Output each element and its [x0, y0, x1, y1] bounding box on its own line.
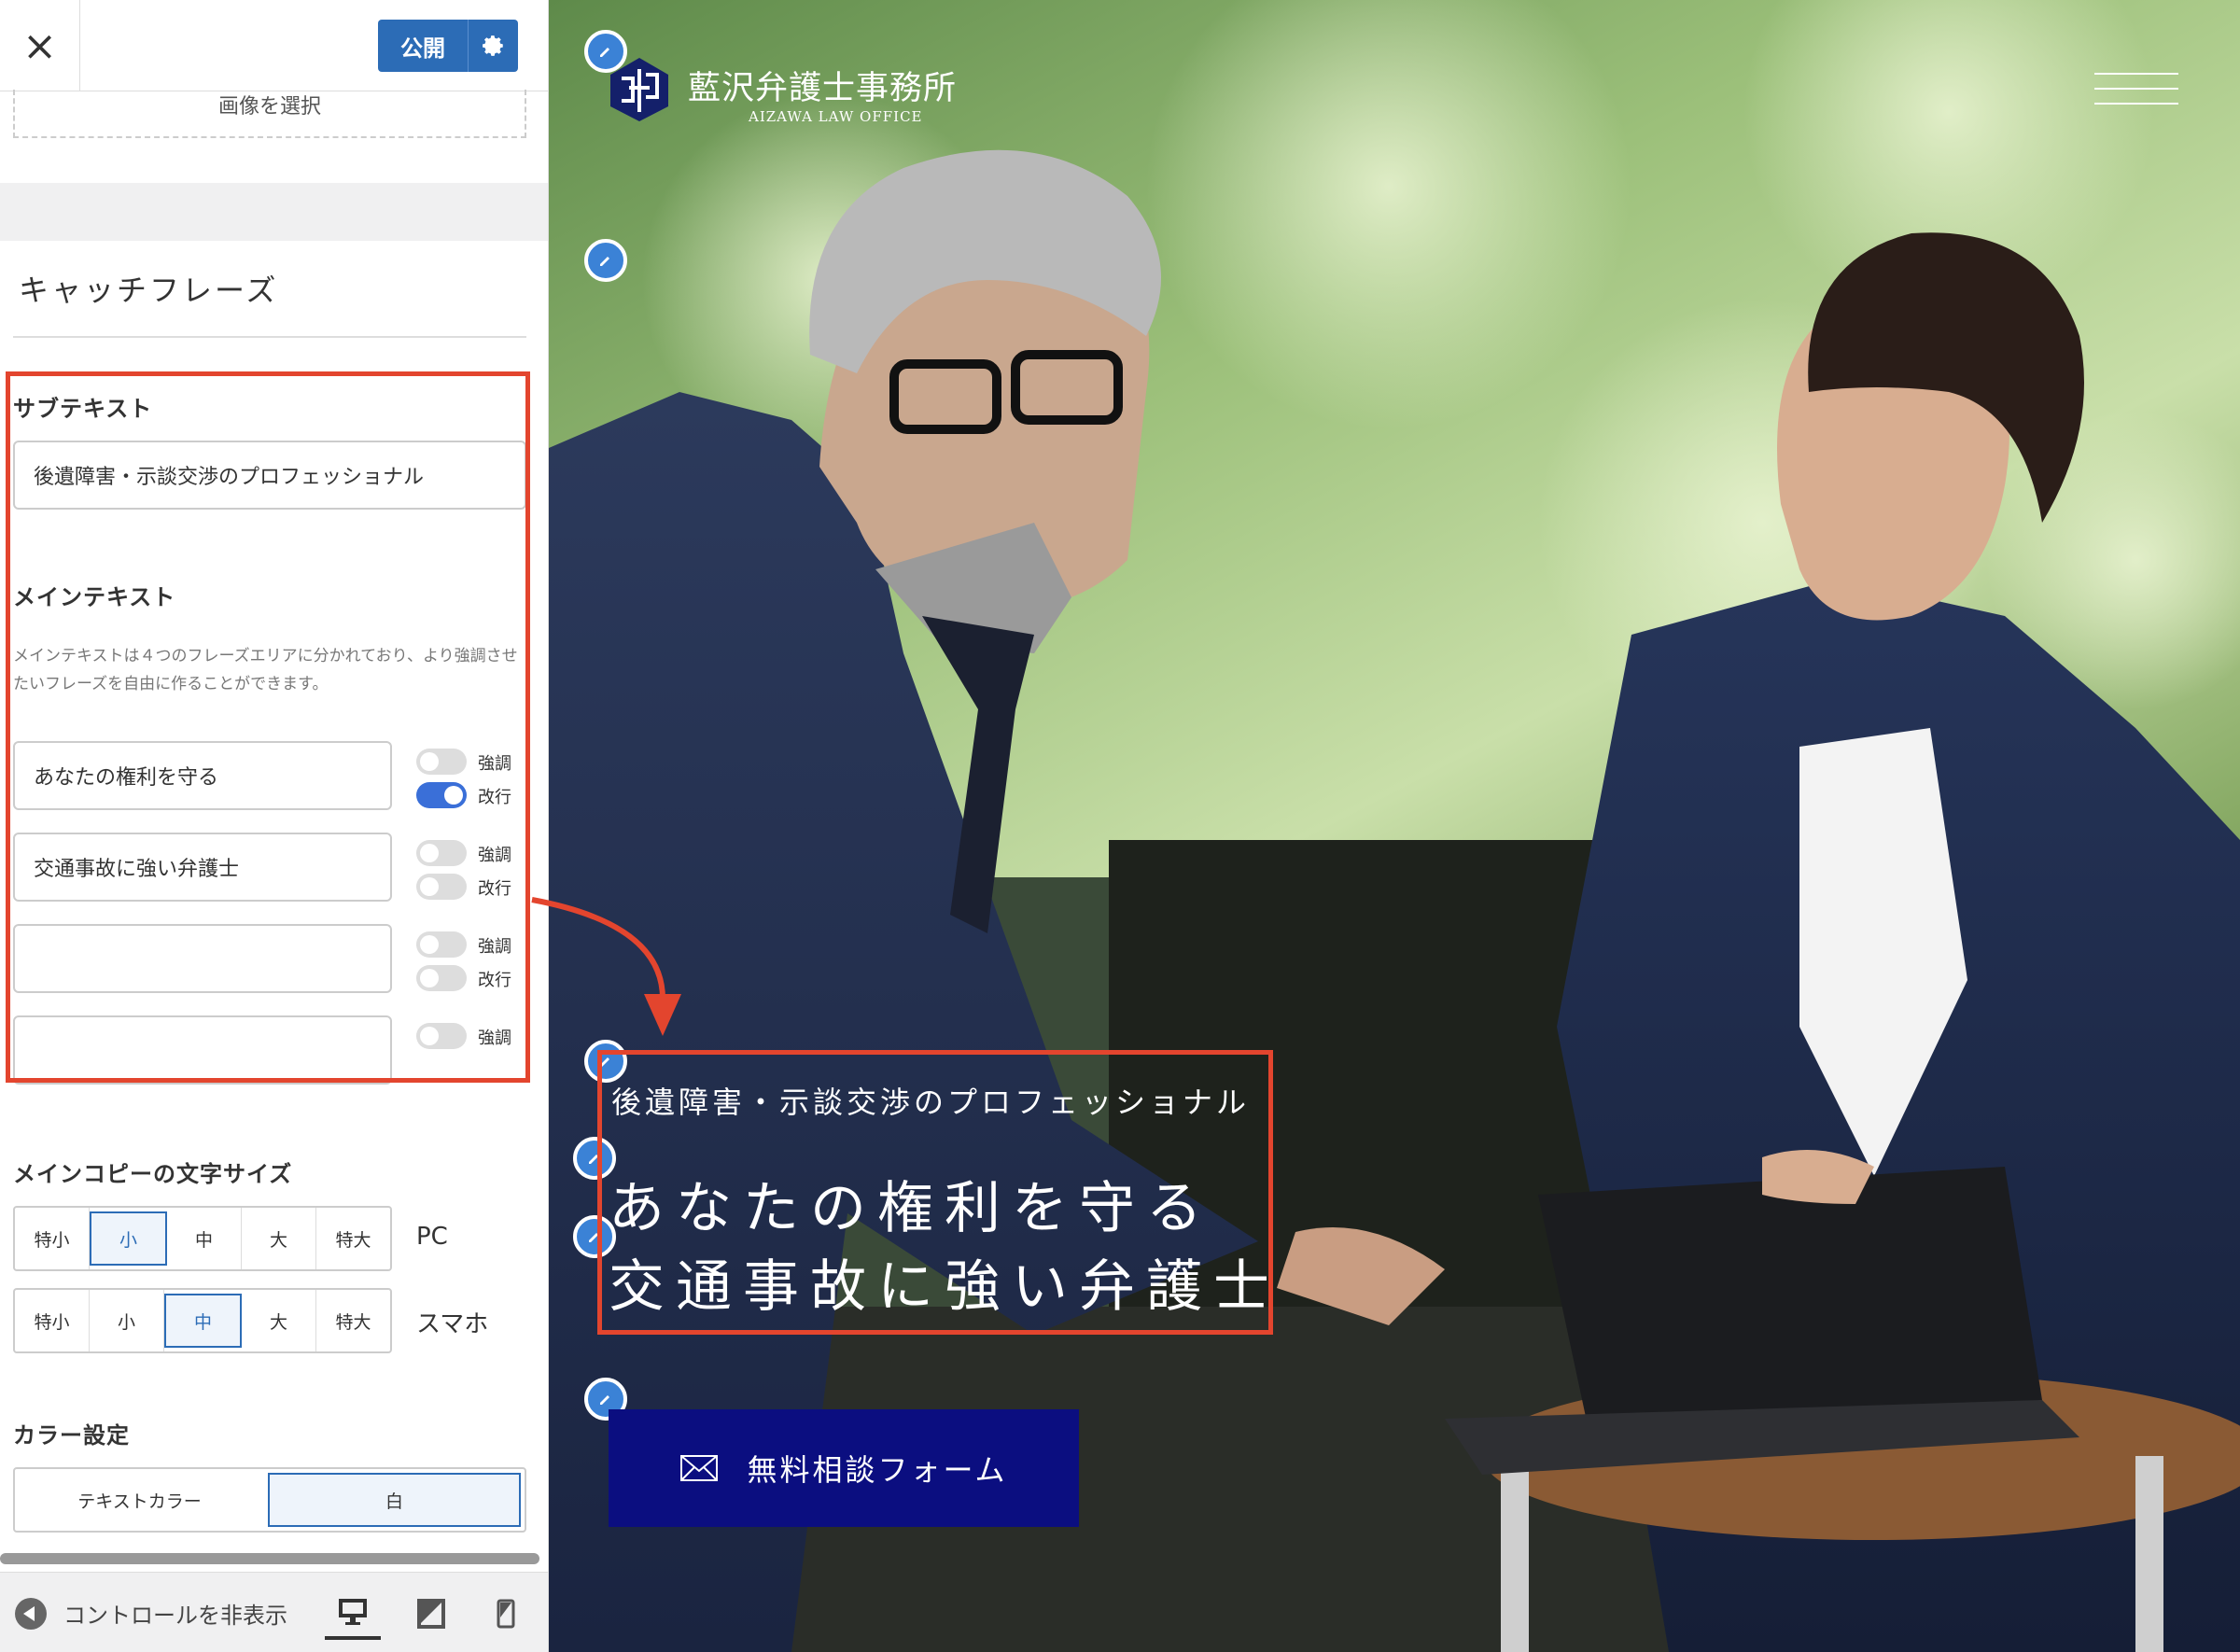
annotation-box-preview: [597, 1050, 1273, 1335]
site-logo[interactable]: 藍沢弁護士事務所 AIZAWA LAW OFFICE: [609, 56, 956, 125]
logo-english-name: AIZAWA LAW OFFICE: [749, 108, 923, 125]
publish-group: 公開: [378, 20, 518, 72]
sp-size-option[interactable]: 特小: [15, 1290, 90, 1351]
site-preview: [549, 0, 2240, 1652]
free-consultation-button[interactable]: 無料相談フォーム: [609, 1409, 1079, 1527]
section-rule: [13, 336, 526, 338]
pc-size-option-selected[interactable]: 小: [90, 1211, 167, 1266]
logo-mark-icon: [610, 58, 668, 121]
hero-photo: [549, 0, 2240, 1652]
mobile-icon: [497, 1599, 515, 1629]
text-color-label: テキストカラー: [77, 1491, 202, 1512]
desktop-preview-button[interactable]: [325, 1588, 381, 1640]
publish-button[interactable]: 公開: [378, 20, 468, 72]
image-select-button[interactable]: 画像を選択: [13, 90, 526, 138]
pc-size-option[interactable]: 特小: [15, 1208, 90, 1269]
hide-controls-button[interactable]: コントロールを非表示: [15, 1597, 287, 1630]
sp-size-option-selected[interactable]: 中: [164, 1294, 242, 1348]
customizer-header: × 公開: [0, 0, 548, 91]
horizontal-scrollbar[interactable]: [0, 1553, 539, 1564]
pc-size-option[interactable]: 特大: [316, 1208, 390, 1269]
section-divider: [0, 183, 548, 241]
cta-label: 無料相談フォーム: [747, 1452, 1008, 1488]
tablet-icon: [417, 1599, 445, 1629]
annotation-box-settings: [6, 371, 530, 1083]
pencil-icon: [600, 1395, 609, 1405]
sp-size-option[interactable]: 大: [242, 1290, 316, 1351]
customizer-footer: コントロールを非表示: [0, 1572, 548, 1652]
annotation-arrow: [531, 897, 681, 1036]
desktop-icon: [339, 1599, 367, 1625]
close-button[interactable]: ×: [0, 0, 80, 91]
color-settings-label: カラー設定: [13, 1422, 130, 1449]
sp-size-option[interactable]: 特大: [316, 1290, 390, 1351]
hamburger-menu-button[interactable]: [2094, 73, 2178, 118]
sp-label: スマホ: [416, 1310, 489, 1338]
tablet-preview-button[interactable]: [403, 1588, 459, 1640]
mobile-preview-button[interactable]: [478, 1588, 534, 1640]
pc-label: PC: [416, 1223, 448, 1251]
collapse-icon: [15, 1597, 47, 1630]
close-icon: ×: [22, 21, 57, 70]
envelope-icon: [680, 1455, 719, 1481]
sp-size-option[interactable]: 小: [90, 1290, 164, 1351]
publish-settings-button[interactable]: [468, 20, 518, 72]
sp-font-size-selector: 特小 小 中 大 特大: [13, 1288, 392, 1353]
logo-japanese-name: 藍沢弁護士事務所: [688, 70, 958, 107]
pencil-icon: [600, 257, 609, 266]
font-size-label: メインコピーの文字サイズ: [13, 1161, 293, 1187]
section-title: キャッチフレーズ: [19, 273, 279, 308]
text-color-value[interactable]: 白: [268, 1473, 521, 1527]
pc-size-option[interactable]: 中: [167, 1208, 242, 1269]
gear-icon: [482, 35, 503, 56]
edit-menu-button[interactable]: [584, 239, 627, 282]
pc-font-size-selector: 特小 小 中 大 特大: [13, 1206, 392, 1271]
text-color-selector: テキストカラー 白: [13, 1467, 526, 1533]
pc-size-option[interactable]: 大: [242, 1208, 316, 1269]
hide-controls-label: コントロールを非表示: [63, 1603, 287, 1629]
